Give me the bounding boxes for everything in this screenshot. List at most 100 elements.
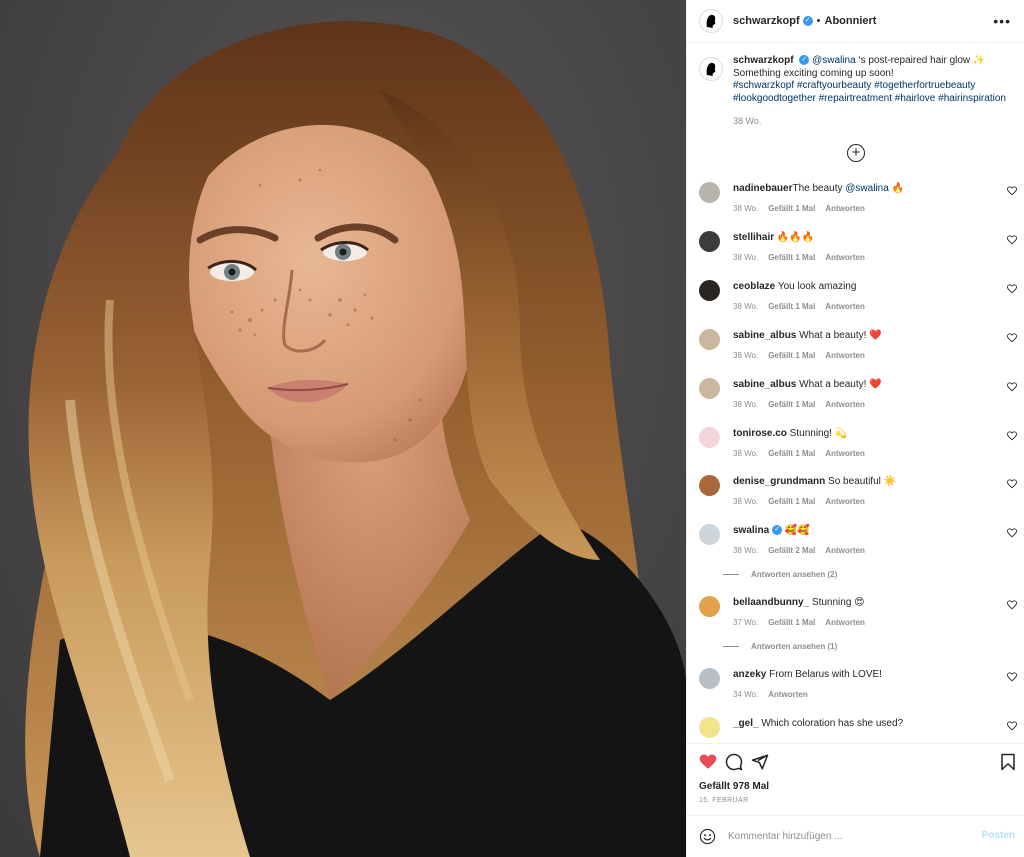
comment-body: The beauty bbox=[792, 183, 846, 194]
more-options-icon[interactable]: ••• bbox=[993, 13, 1011, 29]
comment-username[interactable]: _gel_ bbox=[733, 718, 759, 729]
view-replies-button[interactable]: Antworten ansehen (2) bbox=[723, 570, 837, 579]
comment-avatar[interactable] bbox=[699, 668, 720, 689]
comment-username[interactable]: bellaandbunny_ bbox=[733, 597, 809, 608]
comment-body: What a beauty! ❤️ bbox=[796, 379, 882, 390]
portrait-illustration bbox=[25, 21, 686, 857]
heart-outline-icon[interactable] bbox=[1007, 333, 1017, 343]
comment-body: So beautiful ☀️ bbox=[825, 476, 897, 487]
comment-item: denise_grundmann So beautiful ☀️ 38 Wo. Ge… bbox=[699, 475, 1019, 515]
comment-avatar[interactable] bbox=[699, 596, 720, 617]
comment-item: tonirose.co Stunning! 💫 38 Wo. Gefällt 1 M… bbox=[699, 427, 1019, 467]
reply-button[interactable]: Antworten bbox=[825, 618, 865, 627]
heart-outline-icon[interactable] bbox=[1007, 528, 1017, 538]
bookmark-icon[interactable] bbox=[999, 753, 1017, 771]
comment-bubble-icon[interactable] bbox=[725, 753, 743, 771]
comment-meta: 38 Wo. Gefällt 1 Mal Antworten bbox=[733, 204, 875, 213]
post-comment-button[interactable]: Posten bbox=[982, 830, 1015, 841]
reply-button[interactable]: Antworten bbox=[825, 302, 865, 311]
post-image[interactable] bbox=[0, 0, 686, 857]
comment-avatar[interactable] bbox=[699, 182, 720, 203]
comment-like-count[interactable]: Gefällt 1 Mal bbox=[768, 253, 815, 262]
heart-outline-icon[interactable] bbox=[1007, 382, 1017, 392]
comment-body: 🥰🥰 bbox=[782, 525, 810, 536]
comment-like-count[interactable]: Gefällt 1 Mal bbox=[768, 449, 815, 458]
comment-item: nadinebauerThe beauty @swalina 🔥 38 Wo. Ge… bbox=[699, 182, 1019, 222]
reply-button[interactable]: Antworten bbox=[825, 546, 865, 555]
reply-button[interactable]: Antworten bbox=[768, 690, 808, 699]
caption-mention[interactable]: @swalina bbox=[812, 55, 856, 66]
comment-text: anzeky From Belarus with LOVE! bbox=[733, 669, 993, 680]
comment-like-count[interactable]: Gefällt 2 Mal bbox=[768, 546, 815, 555]
comment-username[interactable]: tonirose.co bbox=[733, 428, 787, 439]
verified-badge-icon: ✓ bbox=[799, 55, 810, 66]
comment-timestamp: 38 Wo. bbox=[733, 400, 759, 409]
comment-meta: 38 Wo. Gefällt 1 Mal Antworten bbox=[733, 400, 875, 409]
comment-username[interactable]: ceoblaze bbox=[733, 281, 775, 292]
comment-item: sabine_albus What a beauty! ❤️ 38 Wo. Gefä… bbox=[699, 329, 1019, 369]
replies-divider bbox=[723, 646, 739, 647]
author-avatar[interactable] bbox=[699, 9, 723, 33]
comment-like-count[interactable]: Gefällt 1 Mal bbox=[768, 618, 815, 627]
comment-username[interactable]: sabine_albus bbox=[733, 379, 796, 390]
comment-username[interactable]: nadinebauer bbox=[733, 183, 792, 194]
header-separator: • bbox=[816, 15, 821, 27]
comment-emoji: 🔥 bbox=[888, 183, 905, 194]
comment-avatar[interactable] bbox=[699, 427, 720, 448]
reply-button[interactable]: Antworten bbox=[825, 253, 865, 262]
comment-avatar[interactable] bbox=[699, 378, 720, 399]
load-more-comments-button[interactable]: + bbox=[847, 144, 865, 162]
comment-timestamp: 38 Wo. bbox=[733, 204, 759, 213]
paper-plane-icon[interactable] bbox=[751, 753, 769, 771]
caption-author-avatar[interactable] bbox=[699, 57, 723, 81]
reply-button[interactable]: Antworten bbox=[825, 400, 865, 409]
comment-like-count[interactable]: Gefällt 1 Mal bbox=[768, 302, 815, 311]
comment-username[interactable]: stellihair bbox=[733, 232, 774, 243]
heart-outline-icon[interactable] bbox=[1007, 721, 1017, 731]
comment-mention[interactable]: @swalina bbox=[845, 183, 889, 194]
caption-hashtags[interactable]: #lookgoodtogether #repairtreatment #hair… bbox=[733, 93, 1006, 104]
comment-like-count[interactable]: Gefällt 1 Mal bbox=[768, 497, 815, 506]
comment-username[interactable]: anzeky bbox=[733, 669, 766, 680]
silhouette-logo-icon bbox=[706, 14, 716, 28]
heart-outline-icon[interactable] bbox=[1007, 235, 1017, 245]
comment-avatar[interactable] bbox=[699, 524, 720, 545]
heart-outline-icon[interactable] bbox=[1007, 431, 1017, 441]
comment-username[interactable]: swalina bbox=[733, 525, 769, 536]
heart-outline-icon[interactable] bbox=[1007, 600, 1017, 610]
heart-filled-icon[interactable] bbox=[699, 753, 717, 771]
reply-button[interactable]: Antworten bbox=[825, 497, 865, 506]
caption-username[interactable]: schwarzkopf bbox=[733, 55, 794, 66]
heart-outline-icon[interactable] bbox=[1007, 284, 1017, 294]
comment-avatar[interactable] bbox=[699, 280, 720, 301]
caption-hashtags[interactable]: #schwarzkopf #craftyourbeauty #togetherf… bbox=[733, 80, 975, 91]
comment-avatar[interactable] bbox=[699, 231, 720, 252]
comment-like-count[interactable]: Gefällt 1 Mal bbox=[768, 204, 815, 213]
comment-meta: 38 Wo. Gefällt 1 Mal Antworten bbox=[733, 449, 875, 458]
comment-avatar[interactable] bbox=[699, 717, 720, 738]
comment-username[interactable]: denise_grundmann bbox=[733, 476, 825, 487]
comment-username[interactable]: sabine_albus bbox=[733, 330, 796, 341]
comment-input[interactable] bbox=[728, 831, 968, 842]
heart-outline-icon[interactable] bbox=[1007, 672, 1017, 682]
comment-like-count[interactable]: Gefällt 1 Mal bbox=[768, 400, 815, 409]
comment-item: sabine_albus What a beauty! ❤️ 38 Wo. Gefä… bbox=[699, 378, 1019, 418]
comment-avatar[interactable] bbox=[699, 475, 720, 496]
comments-scroll-area[interactable]: schwarzkopf ✓ @swalina ‘s post-repaired … bbox=[687, 43, 1024, 743]
view-replies-button[interactable]: Antworten ansehen (1) bbox=[723, 642, 837, 651]
reply-button[interactable]: Antworten bbox=[825, 449, 865, 458]
follow-status-button[interactable]: Abonniert bbox=[825, 15, 877, 27]
author-username[interactable]: schwarzkopf bbox=[733, 15, 800, 27]
reply-button[interactable]: Antworten bbox=[825, 351, 865, 360]
heart-outline-icon[interactable] bbox=[1007, 479, 1017, 489]
comment-timestamp: 34 Wo. bbox=[733, 690, 759, 699]
comment-avatar[interactable] bbox=[699, 329, 720, 350]
comment-text: _gel_ Which coloration has she used? bbox=[733, 718, 993, 729]
comment-like-count[interactable]: Gefällt 1 Mal bbox=[768, 351, 815, 360]
heart-outline-icon[interactable] bbox=[1007, 186, 1017, 196]
like-count[interactable]: Gefällt 978 Mal bbox=[699, 781, 769, 792]
comment-item: swalina ✓ 🥰🥰 38 Wo. Gefällt 2 Mal Antworten bbox=[699, 524, 1019, 564]
post-date[interactable]: 15. FEBRUAR bbox=[699, 797, 749, 804]
smiley-icon[interactable] bbox=[699, 828, 716, 845]
reply-button[interactable]: Antworten bbox=[825, 204, 865, 213]
